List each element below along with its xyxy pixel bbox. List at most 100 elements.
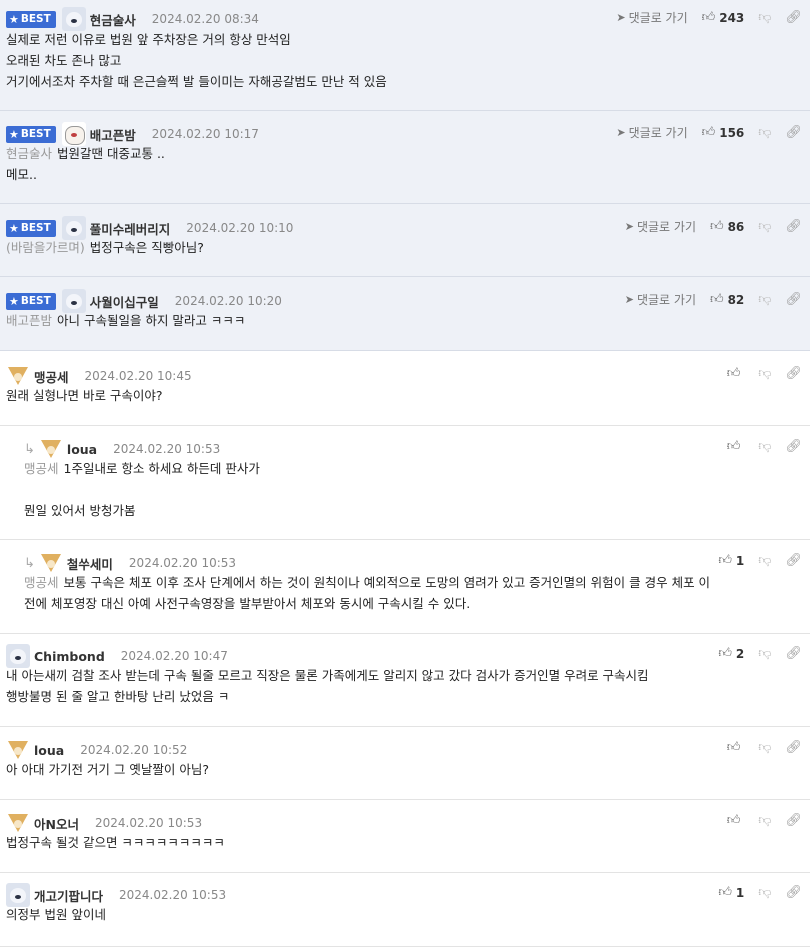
star-icon: ★ (9, 127, 19, 141)
upvote-button[interactable]: 👍︎ 82 (710, 292, 744, 307)
comment-item: ★ BEST 사월이십구일 2024.02.20 10:20 ➤ 댓글로 가기 👍︎ 82 👎︎… (0, 277, 810, 351)
comment-body: 실제로 저런 이유로 법원 앞 주차장은 거의 항상 만석임오래된 차도 존나 … (6, 29, 387, 92)
comment-text: 법정구속은 직빵아님? (89, 240, 204, 255)
thumbs-down-icon[interactable]: 👎︎ (758, 292, 771, 307)
nickname[interactable]: 맹공세 (34, 367, 69, 386)
comment-body: 원래 실형나면 바로 구속이야? (6, 385, 163, 406)
thumbs-down-icon[interactable]: 👎︎ (758, 366, 771, 381)
mention-nickname[interactable]: 현금술사 (6, 146, 52, 161)
link-icon[interactable]: 🔗︎ (785, 439, 802, 454)
thumbs-down-icon[interactable]: 👎︎ (758, 10, 771, 25)
comment-body: 현금술사 법원갈땐 대중교통 .. 메모.. (6, 143, 165, 185)
comment-text: 행방불명 된 줄 알고 한바탕 난리 났었음 ㅋ (6, 689, 230, 704)
thumbs-down-icon[interactable]: 👎︎ (758, 740, 771, 755)
comment-text: 오래된 차도 존나 많고 (6, 53, 122, 68)
arrow-icon: ➤ (616, 126, 626, 139)
comment-text: 뭔일 있어서 방청가봄 (24, 503, 136, 518)
nickname[interactable]: 풀미수레버리지 (90, 219, 171, 238)
goto-comment-link[interactable]: ➤ 댓글로 가기 (625, 218, 696, 235)
nickname[interactable]: Chimbond (34, 649, 105, 664)
comment-text: 거기에서조차 주차할 때 은근슬쩍 발 들이미는 자해공갈범도 만난 적 있음 (6, 74, 387, 89)
upvote-button[interactable]: 👍︎ 156 (702, 125, 745, 140)
nickname[interactable]: 아N오너 (34, 814, 79, 833)
comment-date: 2024.02.20 10:20 (174, 294, 282, 308)
thumbs-down-icon[interactable]: 👎︎ (758, 646, 771, 661)
comment-actions: ➤ 댓글로 가기 👍︎ 156 👎︎ 🔗︎ (616, 124, 802, 141)
comment-text: 실제로 저런 이유로 법원 앞 주차장은 거의 항상 만석임 (6, 32, 291, 47)
comment-date: 2024.02.20 10:10 (186, 221, 294, 235)
thumbs-down-icon[interactable]: 👎︎ (758, 885, 771, 900)
mention-nickname[interactable]: 맹공세 (24, 575, 59, 590)
link-icon[interactable]: 🔗︎ (785, 366, 802, 381)
comment-line: 실제로 저런 이유로 법원 앞 주차장은 거의 항상 만석임 (6, 29, 387, 50)
comment-line: (바람을가르며) 법정구속은 직빵아님? (6, 237, 204, 258)
mention-nickname[interactable]: 맹공세 (24, 461, 59, 476)
comment-date: 2024.02.20 10:53 (94, 816, 203, 830)
thumbs-down-icon[interactable]: 👎︎ (758, 553, 771, 568)
comment-actions: 👍︎ 👎︎ 🔗︎ (727, 740, 802, 755)
thumbs-down-icon[interactable]: 👎︎ (758, 219, 771, 234)
comment-body: 맹공세 1주일내로 항소 하세요 하든데 판사가 뭔일 있어서 방청가봄 (24, 458, 260, 521)
link-icon[interactable]: 🔗︎ (785, 885, 802, 900)
star-icon: ★ (9, 221, 19, 235)
comment-text: 1주일내로 항소 하세요 하든데 판사가 (63, 461, 260, 476)
nickname[interactable]: 배고픈밤 (90, 125, 136, 144)
upvote-button[interactable]: 👍︎ (727, 439, 745, 454)
comment-item: 아N오너 2024.02.20 10:53 👍︎ 👎︎ 🔗︎ 법정구속 될것 같으면 ㅋㅋ… (0, 800, 810, 873)
thumbs-up-icon: 👍︎ (718, 646, 732, 661)
link-icon[interactable]: 🔗︎ (785, 125, 802, 140)
comment-date: 2024.02.20 10:17 (151, 127, 259, 141)
mention-nickname[interactable]: (바람을가르며) (6, 240, 85, 255)
arrow-icon: ➤ (624, 293, 634, 306)
upvote-button[interactable]: 👍︎ 86 (710, 219, 744, 234)
comment-line (24, 479, 260, 500)
nickname[interactable]: loua (67, 442, 97, 457)
thumbs-down-icon[interactable]: 👎︎ (758, 439, 771, 454)
comment-actions: ➤ 댓글로 가기 👍︎ 86 👎︎ 🔗︎ (625, 218, 802, 235)
goto-comment-link[interactable]: ➤ 댓글로 가기 (616, 124, 687, 141)
nickname[interactable]: 현금술사 (90, 10, 136, 29)
comment-body: 맹공세 보통 구속은 체포 이후 조사 단계에서 하는 것이 원칙이나 예외적으로… (24, 572, 710, 614)
nickname[interactable]: 개고기팝니다 (34, 886, 103, 905)
nickname[interactable]: 사월이십구일 (90, 292, 159, 311)
comment-actions: 👍︎ 1 👎︎ 🔗︎ (718, 885, 802, 900)
goto-comment-link[interactable]: ➤ 댓글로 가기 (616, 9, 687, 26)
comment-text (24, 482, 28, 497)
link-icon[interactable]: 🔗︎ (785, 553, 802, 568)
thumbs-down-icon[interactable]: 👎︎ (758, 813, 771, 828)
upvote-button[interactable]: 👍︎ 2 (718, 646, 744, 661)
goto-label: 댓글로 가기 (628, 126, 688, 140)
link-icon[interactable]: 🔗︎ (785, 646, 802, 661)
thumbs-up-icon: 👍︎ (709, 292, 724, 307)
best-label: BEST (20, 128, 51, 140)
upvote-count: 156 (719, 125, 745, 140)
thumbs-down-icon[interactable]: 👎︎ (758, 125, 771, 140)
upvote-button[interactable]: 👍︎ 243 (702, 10, 745, 25)
mention-nickname[interactable]: 배고픈밤 (6, 313, 52, 328)
comment-line: 오래된 차도 존나 많고 (6, 50, 387, 71)
goto-label: 댓글로 가기 (636, 293, 696, 307)
link-icon[interactable]: 🔗︎ (785, 813, 802, 828)
upvote-button[interactable]: 👍︎ (727, 813, 745, 828)
nickname[interactable]: loua (34, 743, 64, 758)
comment-body: 배고픈밤 아니 구속될일을 하지 말라고 ㅋㅋㅋ (6, 310, 245, 331)
comment-text: 의정부 법원 앞이네 (6, 907, 106, 922)
comment-body: 내 아는새끼 검찰 조사 받는데 구속 될줄 모르고 직장은 물론 가족에게도 … (6, 665, 649, 707)
upvote-button[interactable]: 👍︎ (727, 366, 745, 381)
nickname[interactable]: 철쑤세미 (67, 554, 113, 573)
best-label: BEST (20, 13, 51, 25)
upvote-button[interactable]: 👍︎ (727, 740, 745, 755)
avatar[interactable] (61, 7, 86, 31)
link-icon[interactable]: 🔗︎ (785, 740, 802, 755)
comment-line: 아 아대 가기전 거기 그 옛날짤이 아님? (6, 759, 209, 780)
comment-line: 의정부 법원 앞이네 (6, 904, 106, 925)
arrow-icon: ➤ (616, 11, 626, 24)
link-icon[interactable]: 🔗︎ (785, 10, 802, 25)
link-icon[interactable]: 🔗︎ (785, 219, 802, 234)
best-badge: ★ BEST (6, 10, 56, 28)
link-icon[interactable]: 🔗︎ (785, 292, 802, 307)
comment-item: ★ BEST 배고픈밤 2024.02.20 10:17 ➤ 댓글로 가기 👍︎ 156 👎︎ 🔗… (0, 111, 810, 204)
goto-comment-link[interactable]: ➤ 댓글로 가기 (625, 291, 696, 308)
upvote-button[interactable]: 👍︎ 1 (718, 885, 744, 900)
upvote-button[interactable]: 👍︎ 1 (718, 553, 744, 568)
